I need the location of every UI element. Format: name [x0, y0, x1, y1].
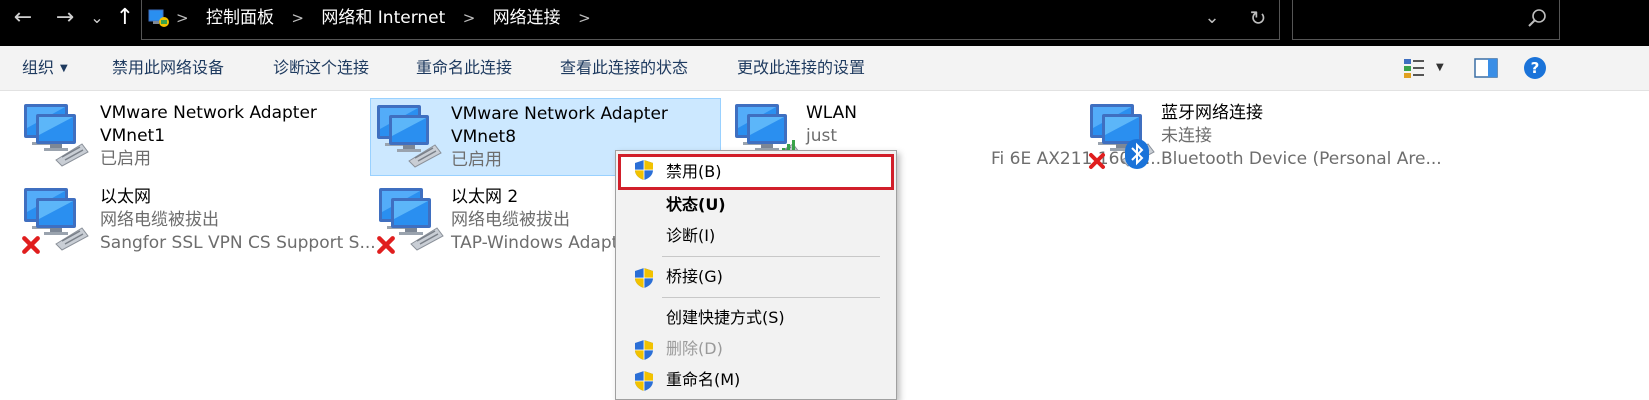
connection-name-line2: VMnet1 [100, 126, 166, 146]
connection-ethernet[interactable]: 以太网 网络电缆被拔出 Sangfor SSL VPN CS Support S… [4, 182, 376, 256]
connection-device: Sangfor SSL VPN CS Support S... [100, 233, 376, 253]
breadcrumb: > 控制面板 > 网络和 Internet > 网络连接 > [176, 0, 603, 36]
connection-bluetooth[interactable]: 蓝牙网络连接 未连接 Bluetooth Device (Personal Ar… [1070, 98, 1442, 172]
connection-name: VMware Network Adapter [451, 104, 668, 124]
address-box[interactable]: > 控制面板 > 网络和 Internet > 网络连接 > ⌄ [141, 0, 1280, 40]
menu-item-status[interactable]: 状态(U) [618, 190, 894, 220]
connection-status: 网络电缆被拔出 [100, 210, 219, 230]
connection-ethernet-2[interactable]: 以太网 2 网络电缆被拔出 TAP-Windows Adapt [359, 182, 619, 256]
forward-arrow-icon: → [55, 5, 75, 30]
chevron-right-icon: > [176, 9, 189, 27]
search-icon [1528, 9, 1546, 27]
connection-device: Bluetooth Device (Personal Are... [1161, 149, 1442, 169]
rename-connection-button[interactable]: 重命名此连接 [416, 46, 512, 90]
chevron-right-icon: > [462, 9, 476, 27]
menu-item-disable[interactable]: 禁用(B) [618, 154, 894, 190]
menu-separator [662, 256, 880, 257]
caret-down-icon: ▼ [60, 63, 68, 74]
menu-item-delete: 删除(D) [618, 334, 894, 364]
refresh-button[interactable]: ↻ [1240, 0, 1276, 36]
menu-item-label: 重命名(M) [666, 370, 741, 389]
back-arrow-icon: ← [13, 5, 33, 30]
back-button[interactable]: ← [8, 0, 38, 36]
connection-device: TAP-Windows Adapt [451, 233, 619, 253]
context-menu: 禁用(B) 状态(U) 诊断(I) 桥接(G) 创建快捷方式(S) 删除(D) … [615, 150, 897, 400]
organize-button[interactable]: 组织 ▼ [22, 46, 68, 90]
up-arrow-icon: ↑ [115, 5, 135, 30]
connection-name: VMware Network Adapter [100, 103, 317, 123]
menu-separator [662, 297, 880, 298]
network-adapter-icon [375, 103, 445, 169]
help-button[interactable]: ? [1524, 57, 1546, 79]
control-panel-icon [148, 9, 169, 27]
chevron-right-icon: > [578, 9, 591, 27]
organize-label: 组织 [22, 58, 55, 77]
connection-name: 以太网 [100, 187, 151, 207]
chevron-right-icon: > [291, 9, 304, 27]
view-status-button[interactable]: 查看此连接的状态 [560, 46, 688, 90]
menu-item-rename[interactable]: 重命名(M) [618, 365, 894, 395]
connection-status: 网络电缆被拔出 [451, 210, 570, 230]
menu-item-diagnose[interactable]: 诊断(I) [618, 221, 894, 251]
change-view-icon[interactable] [1402, 56, 1426, 80]
disconnected-x-icon [21, 235, 41, 255]
connection-name: 蓝牙网络连接 [1161, 103, 1263, 123]
refresh-icon: ↻ [1249, 6, 1267, 30]
connection-name-line2: VMnet8 [451, 127, 517, 147]
command-bar: 组织 ▼ 禁用此网络设备 诊断这个连接 重命名此连接 查看此连接的状态 更改此连接… [0, 46, 1649, 91]
menu-item-label: 创建快捷方式(S) [666, 308, 785, 327]
disable-device-button[interactable]: 禁用此网络设备 [112, 46, 224, 90]
uac-shield-icon [634, 267, 654, 289]
menu-item-create-shortcut[interactable]: 创建快捷方式(S) [618, 303, 894, 333]
uac-shield-icon [634, 370, 654, 392]
bluetooth-icon [1125, 139, 1149, 169]
uac-shield-icon [634, 339, 654, 361]
menu-item-label: 诊断(I) [666, 226, 716, 245]
menu-item-label: 删除(D) [666, 339, 723, 358]
preview-pane-icon[interactable] [1474, 58, 1498, 78]
change-settings-button[interactable]: 更改此连接的设置 [737, 46, 865, 90]
menu-item-label: 桥接(G) [666, 267, 723, 286]
connection-vmnet1[interactable]: VMware Network Adapter VMnet1 已启用 [4, 98, 356, 172]
breadcrumb-network-connections[interactable]: 网络连接 [493, 8, 561, 28]
address-bar: ← → ⌄ ↑ > 控制面板 > 网络和 Internet > 网络连接 > ⌄… [0, 0, 1649, 46]
search-input[interactable] [1292, 0, 1560, 40]
breadcrumb-control-panel[interactable]: 控制面板 [206, 8, 274, 28]
chevron-down-icon: ⌄ [90, 8, 104, 27]
up-button[interactable]: ↑ [112, 0, 138, 36]
recent-locations-button[interactable]: ⌄ [86, 0, 108, 36]
menu-item-label: 禁用(B) [666, 162, 722, 181]
forward-button[interactable]: → [50, 0, 80, 36]
address-dropdown-button[interactable]: ⌄ [1200, 0, 1224, 36]
view-options-caret-icon[interactable]: ▼ [1436, 46, 1444, 90]
connection-status: 已启用 [100, 149, 151, 169]
menu-item-bridge[interactable]: 桥接(G) [618, 262, 894, 292]
disconnected-x-icon [376, 235, 396, 255]
breadcrumb-network-internet[interactable]: 网络和 Internet [321, 8, 445, 28]
menu-item-label: 状态(U) [666, 195, 726, 214]
network-adapter-icon [22, 102, 92, 168]
uac-shield-icon [634, 159, 654, 181]
connection-name: 以太网 2 [451, 187, 519, 207]
diagnose-connection-button[interactable]: 诊断这个连接 [273, 46, 369, 90]
connection-status: 未连接 [1161, 126, 1212, 146]
disconnected-x-icon [1088, 152, 1106, 170]
chevron-down-icon: ⌄ [1204, 7, 1220, 28]
